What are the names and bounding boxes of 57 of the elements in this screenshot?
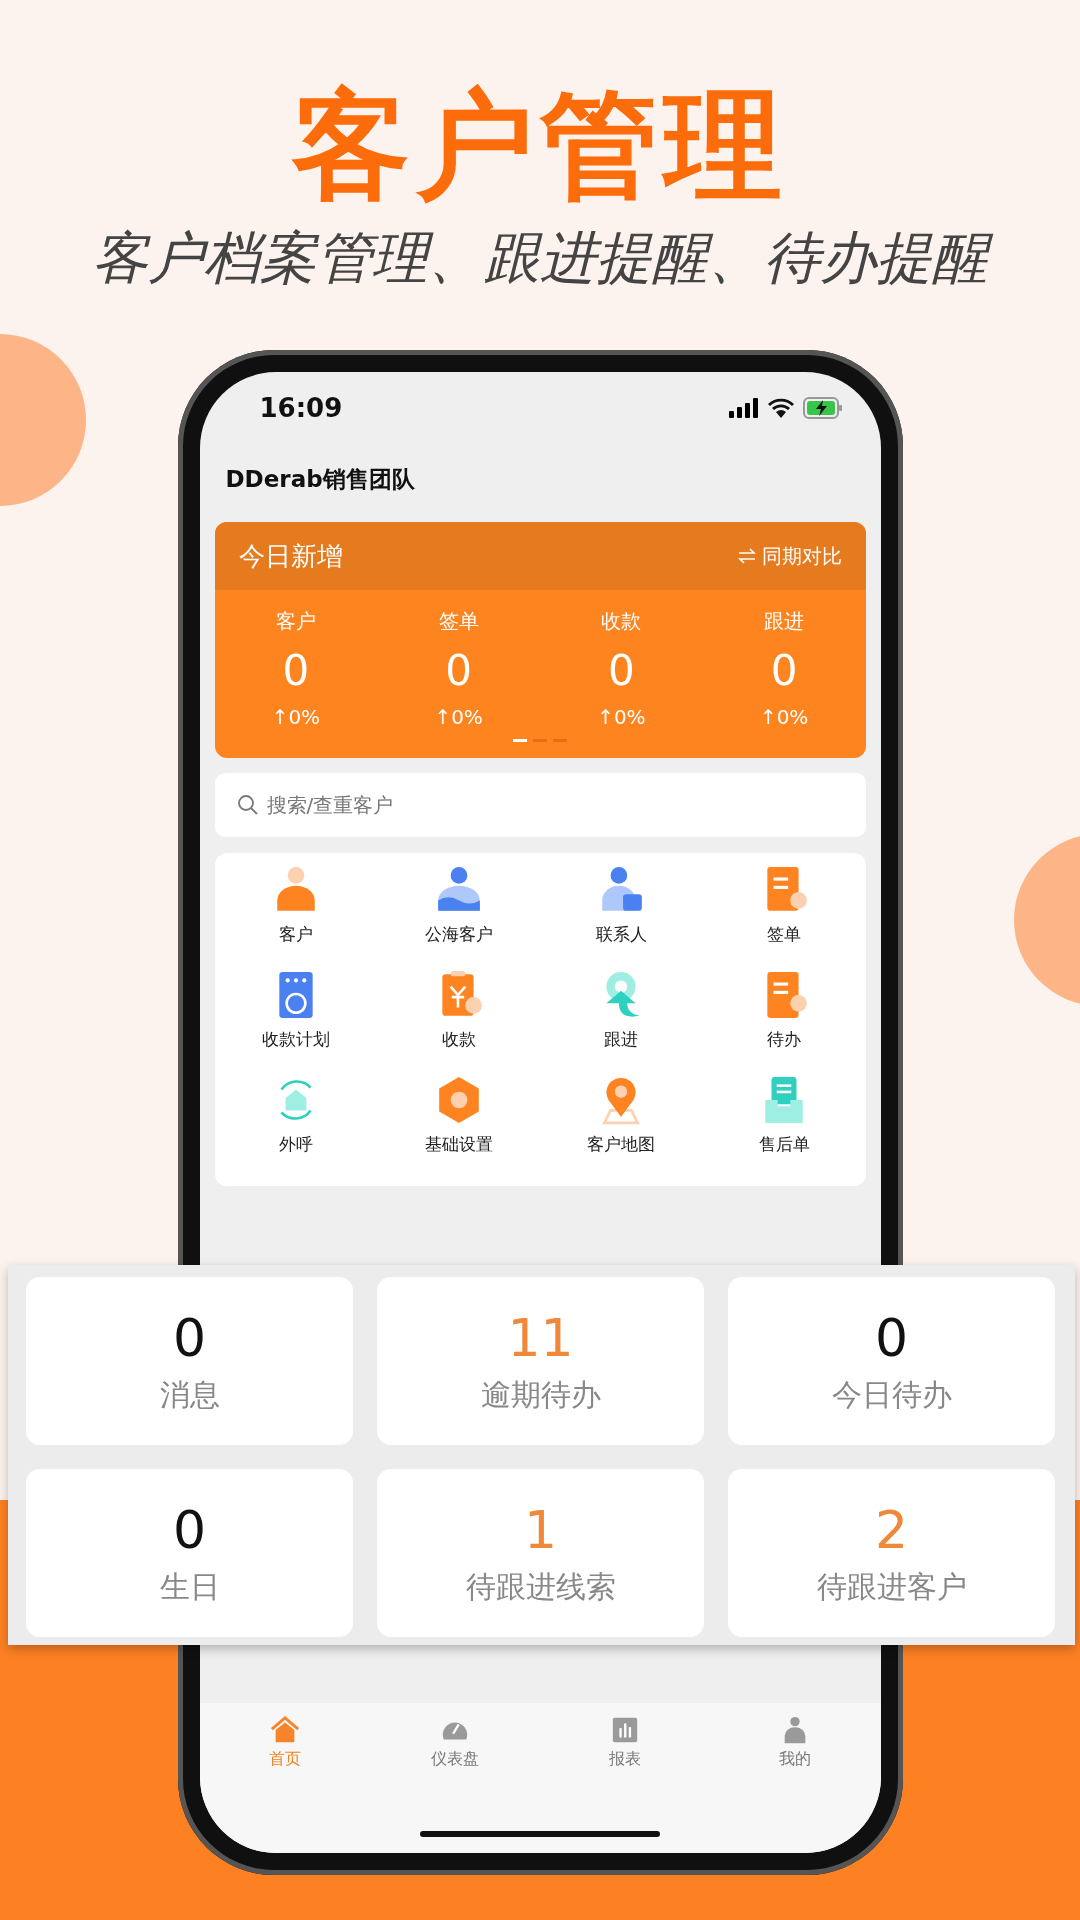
- reminder-label: 今日待办: [831, 1375, 952, 1414]
- swap-icon: [737, 548, 756, 564]
- reminder-count: 0: [172, 1498, 207, 1561]
- reminder-label: 逾期待办: [480, 1375, 601, 1414]
- stat-label: 跟进: [764, 608, 805, 635]
- tab-item[interactable]: 仪表盘: [369, 1715, 540, 1770]
- reminder-count: 11: [507, 1306, 574, 1369]
- reminder-count: 1: [523, 1498, 558, 1561]
- stat-change: ↑0%: [434, 705, 483, 729]
- shortcut-label[interactable]: 基础设置: [424, 1133, 493, 1156]
- shortcut-label[interactable]: 外呼: [278, 1133, 313, 1156]
- tab-item[interactable]: 报表: [540, 1715, 711, 1770]
- stat-change: ↑0%: [271, 705, 321, 729]
- home-icon: [269, 1715, 300, 1745]
- stat-value: 0: [282, 645, 310, 697]
- reminder-card[interactable]: 1 待跟进线索: [377, 1469, 704, 1637]
- reminder-card[interactable]: 0 今日待办: [728, 1277, 1055, 1445]
- shortcut-label[interactable]: 客户地图: [587, 1133, 656, 1156]
- stat-value: 0: [445, 645, 472, 697]
- reminder-card[interactable]: 0 生日: [26, 1469, 353, 1637]
- reminder-label: 待跟进客户: [816, 1567, 967, 1606]
- shortcut-label[interactable]: 售后单: [758, 1133, 810, 1156]
- reminder-card[interactable]: 11 逾期待办: [377, 1277, 704, 1445]
- reminder-count: 2: [874, 1498, 909, 1561]
- stat-value: 0: [770, 645, 798, 697]
- reminder-card[interactable]: 0 消息: [26, 1277, 353, 1445]
- banner-title: 客户管理: [292, 80, 788, 210]
- reminder-count: 0: [172, 1306, 207, 1369]
- battery-icon: [802, 397, 843, 419]
- shortcut-label[interactable]: 联系人: [595, 923, 647, 946]
- search-field[interactable]: 搜索/查重客户: [214, 773, 866, 837]
- stat-change: ↑0%: [759, 705, 809, 729]
- banner-subtitle: 客户档案管理、跟进提醒、待办提醒: [76, 220, 1004, 296]
- wifi-icon: [766, 398, 795, 418]
- shortcut-label[interactable]: 签单: [767, 923, 802, 946]
- reminder-count: 0: [874, 1306, 909, 1369]
- stat-value: 0: [608, 645, 635, 697]
- search-icon: [236, 794, 259, 816]
- stat-change: ↑0%: [597, 705, 646, 729]
- stat-label: 收款: [601, 608, 642, 635]
- signal-icon: [728, 398, 759, 418]
- reminder-card[interactable]: 2 待跟进客户: [728, 1469, 1055, 1637]
- shortcut-label[interactable]: 收款: [441, 1028, 476, 1051]
- reminder-label: 消息: [159, 1375, 220, 1414]
- tab-item[interactable]: 我的: [710, 1715, 881, 1770]
- shortcut-label[interactable]: 公海客户: [424, 923, 493, 946]
- reminder-label: 生日: [159, 1567, 220, 1606]
- stat-label: 客户: [275, 608, 316, 635]
- shortcut-label[interactable]: 跟进: [604, 1028, 639, 1051]
- status-time: 16:09: [259, 393, 343, 423]
- reminder-label: 待跟进线索: [465, 1567, 616, 1606]
- card-title: 今日新增: [238, 539, 343, 573]
- shortcut-label[interactable]: 收款计划: [261, 1028, 330, 1051]
- team-title: DDerab销售团队: [225, 464, 415, 494]
- shortcut-label[interactable]: 待办: [767, 1028, 802, 1051]
- shortcut-label[interactable]: 客户: [278, 923, 313, 946]
- stat-label: 签单: [438, 608, 479, 635]
